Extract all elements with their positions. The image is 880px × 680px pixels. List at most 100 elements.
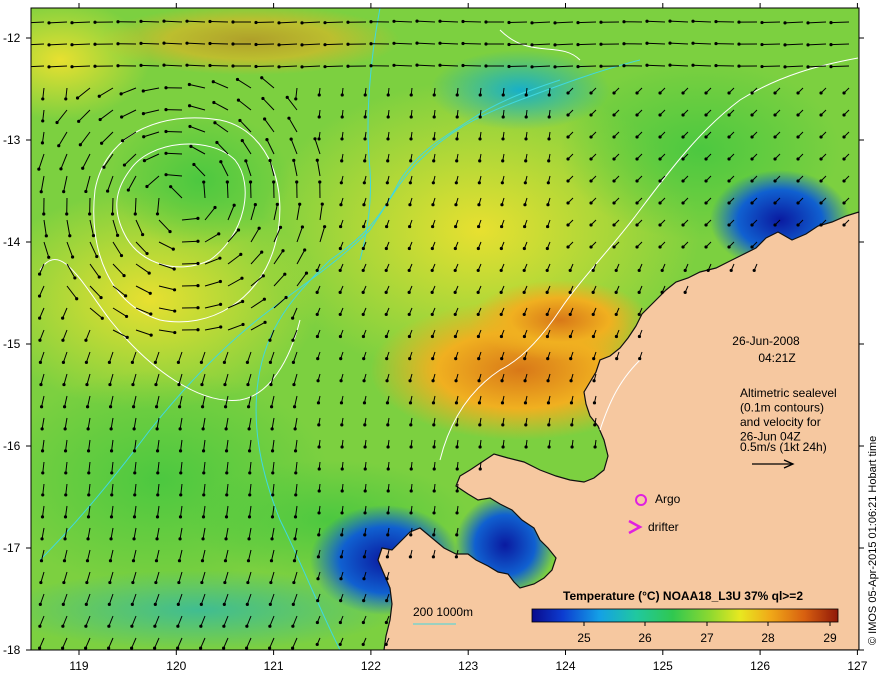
velocity-arrow-head <box>362 577 366 581</box>
velocity-arrow-head <box>576 43 580 47</box>
velocity-arrow-head <box>806 65 810 69</box>
velocity-arrow-head <box>292 559 297 563</box>
velocity-arrow-head <box>750 179 754 183</box>
velocity-arrow-head <box>819 113 823 117</box>
velocity-arrow-head <box>499 312 503 317</box>
velocity-arrow-head <box>842 157 846 161</box>
velocity-arrow-head <box>38 272 42 276</box>
velocity-arrow-head <box>70 255 75 259</box>
velocity-arrow-head <box>338 290 342 294</box>
velocity-arrow-head <box>148 291 152 295</box>
velocity-arrow-head <box>224 515 229 519</box>
velocity-arrow-head <box>231 64 235 68</box>
velocity-arrow-head <box>384 246 388 251</box>
velocity-arrow-head <box>714 41 718 46</box>
velocity-arrow-head <box>41 471 45 475</box>
velocity-arrow-head <box>223 580 227 585</box>
velocity-arrow-head <box>385 203 389 207</box>
velocity-arrow <box>761 65 781 68</box>
velocity-arrow-head <box>545 312 549 317</box>
velocity-arrow-head <box>177 559 182 563</box>
velocity-arrow-head <box>269 559 274 563</box>
velocity-arrow-head <box>218 302 223 306</box>
velocity-arrow-head <box>315 312 319 317</box>
velocity-arrow-head <box>84 338 88 342</box>
velocity-arrow-head <box>298 202 302 206</box>
velocity-arrow-head <box>37 167 41 171</box>
velocity-arrow-head <box>200 580 204 585</box>
velocity-arrow <box>393 42 413 45</box>
velocity-arrow-head <box>132 427 136 431</box>
velocity-arrow-head <box>317 423 321 427</box>
velocity-arrow-head <box>638 357 642 361</box>
velocity-arrow-head <box>461 63 465 68</box>
velocity-arrow-head <box>750 91 754 95</box>
velocity-arrow-head <box>455 467 459 471</box>
velocity-arrow-head <box>773 223 777 227</box>
velocity-arrow-head <box>524 137 528 141</box>
velocity-arrow-head <box>455 93 459 97</box>
velocity-arrow-head <box>478 137 482 141</box>
velocity-arrow-head <box>599 20 603 24</box>
velocity-arrow-head <box>553 65 557 69</box>
velocity-arrow-head <box>568 268 572 273</box>
velocity-arrow <box>324 21 344 24</box>
velocity-arrow-head <box>291 316 295 320</box>
velocity-arrow-head <box>569 357 573 361</box>
velocity-arrow-head <box>681 157 685 161</box>
velocity-arrow-head <box>568 334 573 339</box>
velocity-arrow-head <box>363 93 367 97</box>
velocity-arrow-head <box>300 225 305 229</box>
velocity-arrow-head <box>386 137 390 141</box>
velocity-arrow-head <box>263 320 267 324</box>
velocity-arrow-head <box>248 471 252 475</box>
velocity-arrow-head <box>142 135 146 139</box>
velocity-arrow-head <box>63 427 67 431</box>
velocity-arrow <box>324 43 344 46</box>
velocity-arrow-head <box>64 471 68 475</box>
velocity-arrow-head <box>614 290 618 294</box>
velocity-arrow-head <box>499 246 503 251</box>
velocity-arrow-head <box>589 223 593 227</box>
velocity-arrow-head <box>245 602 249 606</box>
velocity-arrow-head <box>39 405 44 409</box>
velocity-arrow-head <box>254 64 258 69</box>
velocity-arrow-head <box>796 179 800 183</box>
colorbar-title: Temperature (°C) NOAA18_L3U 37% ql>=2 <box>563 589 803 603</box>
lon-tick-label: 124 <box>555 659 575 673</box>
velocity-arrow-head <box>592 379 596 383</box>
velocity-arrow-head <box>430 246 434 251</box>
velocity-arrow-head <box>116 64 120 68</box>
velocity-arrow-head <box>245 624 249 628</box>
velocity-arrow-head <box>478 423 482 427</box>
velocity-arrow-head <box>819 157 823 161</box>
velocity-arrow-head <box>501 115 505 119</box>
velocity-arrow-head <box>431 379 435 383</box>
velocity-arrow-head <box>323 43 327 47</box>
velocity-arrow-head <box>154 382 158 387</box>
velocity-arrow-head <box>477 357 481 361</box>
velocity-arrow-head <box>819 91 823 95</box>
velocity-arrow-head <box>109 449 114 453</box>
velocity-arrow-head <box>704 157 708 161</box>
velocity-arrow-head <box>750 223 754 227</box>
velocity-arrow-head <box>569 379 573 383</box>
velocity-arrow-head <box>100 141 104 145</box>
velocity-arrow-head <box>269 382 273 387</box>
velocity-arrow <box>71 21 91 24</box>
velocity-arrow-head <box>317 511 321 515</box>
velocity-arrow-head <box>645 63 649 67</box>
velocity-arrow-head <box>546 401 551 405</box>
velocity-arrow-head <box>589 157 593 161</box>
velocity-arrow-head <box>108 405 113 409</box>
velocity-arrow-head <box>24 43 27 46</box>
velocity-arrow-head <box>271 471 275 475</box>
velocity-arrow-head <box>132 449 137 453</box>
velocity-arrow-head <box>645 19 649 23</box>
velocity-arrow-head <box>84 189 88 194</box>
velocity-arrow-head <box>361 334 366 339</box>
velocity-arrow-head <box>119 92 123 96</box>
velocity-arrow-head <box>454 379 458 383</box>
velocity-arrow-head <box>524 423 528 427</box>
velocity-arrow-head <box>599 64 603 68</box>
